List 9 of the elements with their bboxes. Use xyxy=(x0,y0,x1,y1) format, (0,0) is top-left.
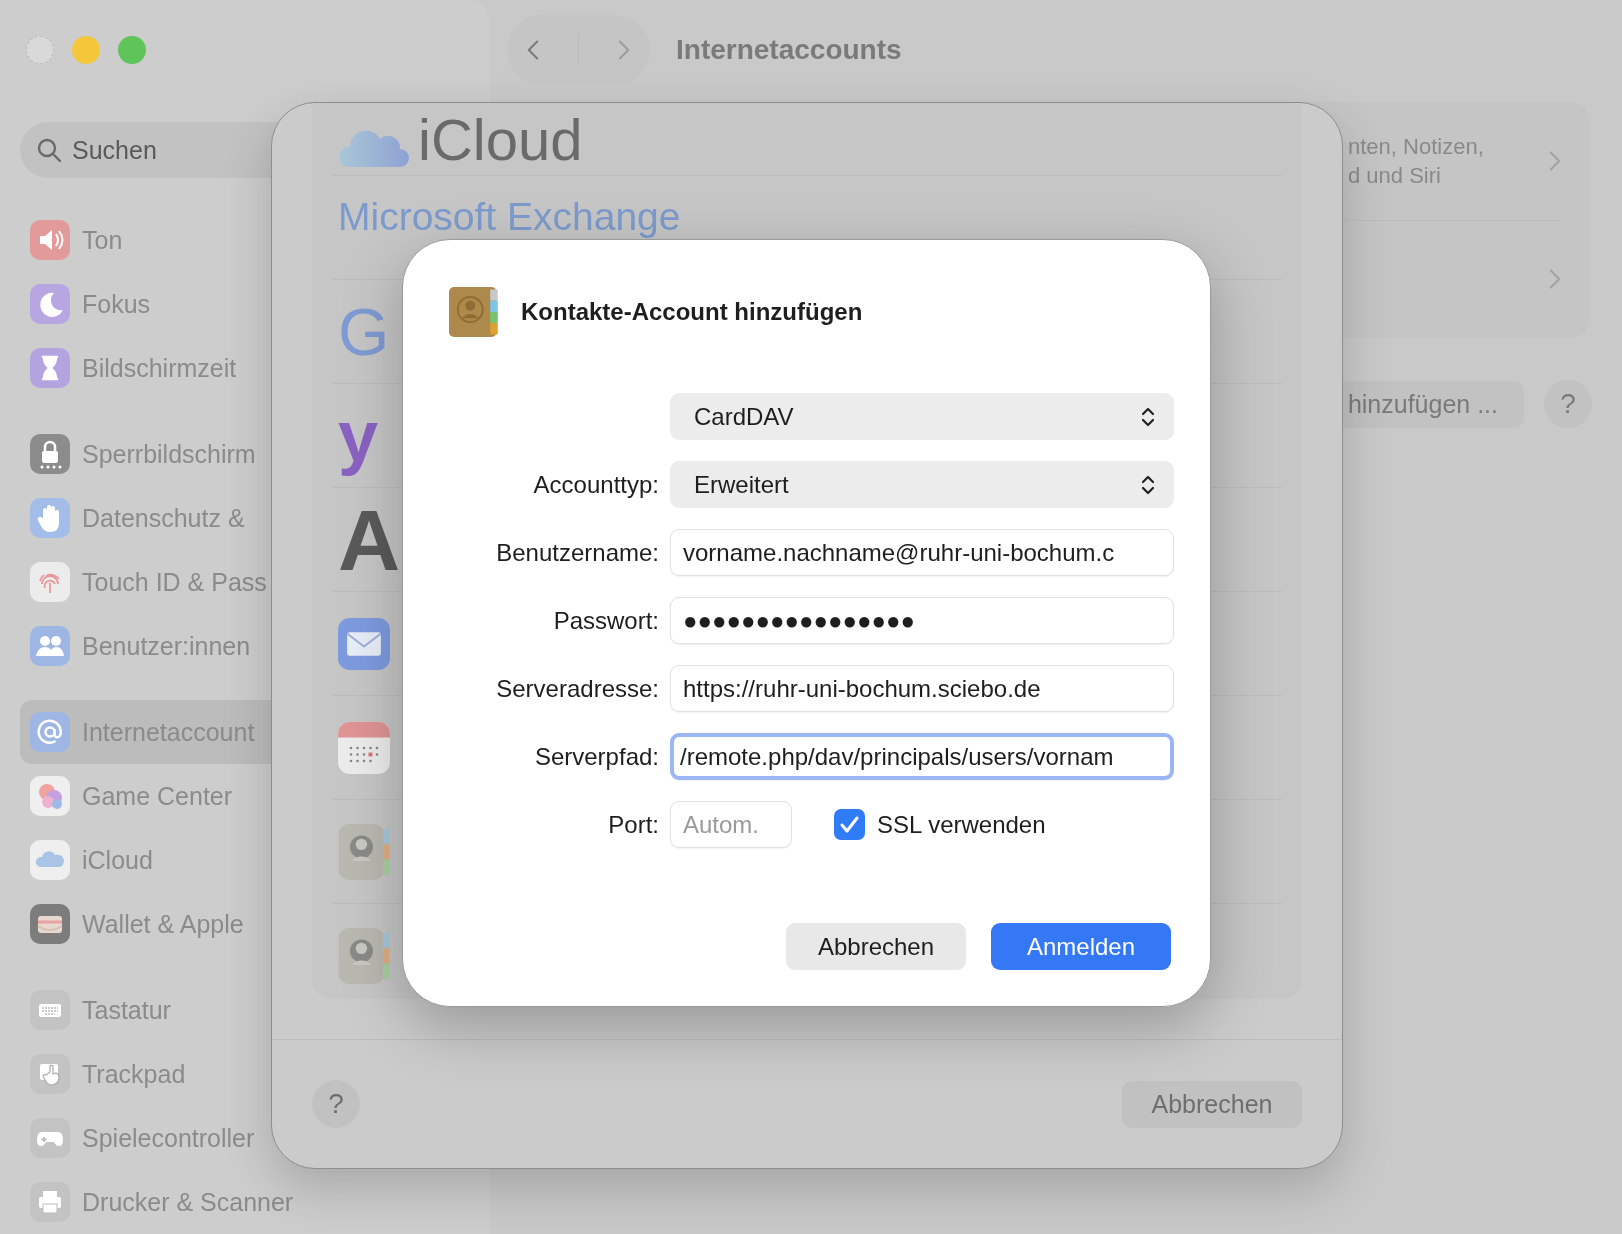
field-label: Port: xyxy=(608,810,659,839)
field-label: Accounttyp: xyxy=(533,470,659,499)
row-description: nten, Notizen, d und Siri xyxy=(1348,132,1485,190)
field-label: Serverpfad: xyxy=(534,742,659,771)
field-label: Passwort: xyxy=(553,606,659,635)
window-title: Internetaccounts xyxy=(676,34,902,66)
field-label: Benutzername: xyxy=(496,538,659,567)
field-label: Serveradresse: xyxy=(496,674,659,703)
dialog-title: Kontakte-Account hinzufügen xyxy=(521,298,863,326)
